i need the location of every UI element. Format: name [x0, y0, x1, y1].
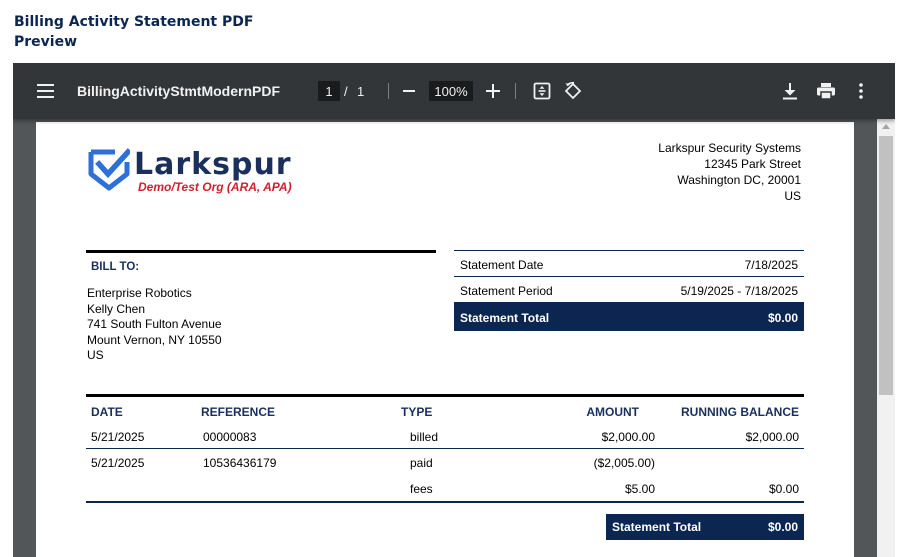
bill-to-rule	[86, 250, 436, 253]
company-country: US	[784, 189, 801, 203]
cell-amount: $2,000.00	[601, 430, 655, 444]
column-header-amount: AMOUNT	[586, 405, 639, 419]
scroll-up-icon[interactable]	[882, 124, 890, 129]
more-vert-icon[interactable]	[851, 80, 871, 102]
minus-icon[interactable]	[399, 80, 419, 102]
print-icon[interactable]	[814, 80, 838, 102]
bill-to-line: Mount Vernon, NY 10550	[87, 332, 222, 347]
bill-to-line: Enterprise Robotics	[87, 286, 192, 300]
cell-reference: 00000083	[203, 430, 257, 444]
bill-to-label: BILL TO:	[91, 261, 140, 273]
fit-page-icon[interactable]	[532, 81, 552, 101]
page-count: 1	[357, 83, 365, 99]
statement-total-label: Statement Total	[460, 311, 550, 325]
statement-period-row: Statement Period 5/19/2025 - 7/18/2025	[454, 277, 804, 303]
column-header-running-balance: RUNNING BALANCE	[681, 405, 799, 419]
document-title: BillingActivityStmtModernPDF	[77, 83, 281, 99]
transactions-table: DATE REFERENCE TYPE AMOUNT RUNNING BALAN…	[86, 394, 804, 503]
statement-summary: Statement Date 7/18/2025 Statement Perio…	[454, 250, 804, 331]
bill-to-address: Enterprise Robotics Kelly Chen 741 South…	[87, 286, 222, 364]
statement-period-label: Statement Period	[460, 284, 553, 298]
toolbar-divider	[388, 83, 389, 99]
logo-name: Larkspur	[134, 147, 292, 182]
bill-to-line: 741 South Fulton Avenue	[87, 317, 222, 332]
table-row: 5/21/2025 10536436179 paid ($2,005.00)	[86, 449, 804, 475]
toolbar-divider	[515, 83, 516, 99]
zoom-input[interactable]: 100%	[429, 81, 473, 101]
pdf-viewer: BillingActivityStmtModernPDF 1 / 1 100%	[13, 63, 895, 557]
column-header-date: DATE	[91, 405, 123, 419]
pdf-toolbar: BillingActivityStmtModernPDF 1 / 1 100%	[13, 63, 895, 119]
cell-type: paid	[410, 456, 433, 470]
cell-date: 5/21/2025	[91, 456, 145, 470]
plus-icon[interactable]	[483, 80, 503, 102]
table-row: 5/21/2025 00000083 billed $2,000.00 $2,0…	[86, 423, 804, 449]
menu-icon[interactable]	[31, 79, 59, 103]
scroll-thumb[interactable]	[879, 136, 893, 395]
rotate-icon[interactable]	[563, 81, 583, 101]
cell-running-balance: $2,000.00	[745, 430, 799, 444]
shield-check-icon	[88, 148, 130, 191]
logo-subtitle: Demo/Test Org (ARA, APA)	[138, 180, 292, 194]
company-logo: Larkspur Demo/Test Org (ARA, APA)	[88, 148, 308, 196]
statement-total-row: Statement Total $0.00	[454, 303, 804, 331]
cell-reference: 10536436179	[203, 456, 277, 470]
company-name: Larkspur Security Systems	[658, 141, 801, 155]
transactions-total-value: $0.00	[767, 520, 798, 534]
cell-running-balance: $0.00	[768, 482, 799, 496]
vertical-scrollbar[interactable]	[877, 119, 895, 557]
page-separator: /	[344, 83, 348, 99]
pdf-page: Larkspur Demo/Test Org (ARA, APA) Larksp…	[36, 122, 854, 557]
page-number-input[interactable]: 1	[318, 81, 340, 101]
company-city: Washington DC, 20001	[677, 173, 801, 187]
statement-period-value: 5/19/2025 - 7/18/2025	[680, 284, 798, 298]
cell-amount: ($2,005.00)	[593, 456, 655, 470]
table-row: fees $5.00 $0.00	[86, 475, 804, 501]
statement-date-label: Statement Date	[460, 258, 544, 272]
bill-to-line: Kelly Chen	[87, 301, 146, 316]
cell-amount: $5.00	[624, 482, 655, 496]
column-header-reference: REFERENCE	[201, 405, 276, 419]
cell-date: 5/21/2025	[91, 430, 145, 444]
column-header-type: TYPE	[401, 405, 433, 419]
table-header: DATE REFERENCE TYPE AMOUNT RUNNING BALAN…	[86, 397, 804, 423]
statement-date-value: 7/18/2025	[744, 258, 798, 272]
bill-to-line: US	[87, 348, 104, 363]
company-street: 12345 Park Street	[704, 157, 801, 171]
statement-total-value: $0.00	[767, 311, 798, 325]
company-address: Larkspur Security Systems 12345 Park Str…	[541, 140, 801, 204]
cell-type: billed	[410, 430, 439, 444]
statement-date-row: Statement Date 7/18/2025	[454, 251, 804, 277]
page-title: Billing Activity Statement PDF Preview	[14, 14, 254, 50]
download-icon[interactable]	[779, 80, 801, 102]
transactions-total-label: Statement Total	[612, 520, 702, 534]
transactions-total: Statement Total $0.00	[606, 514, 804, 540]
cell-type: fees	[410, 482, 433, 496]
